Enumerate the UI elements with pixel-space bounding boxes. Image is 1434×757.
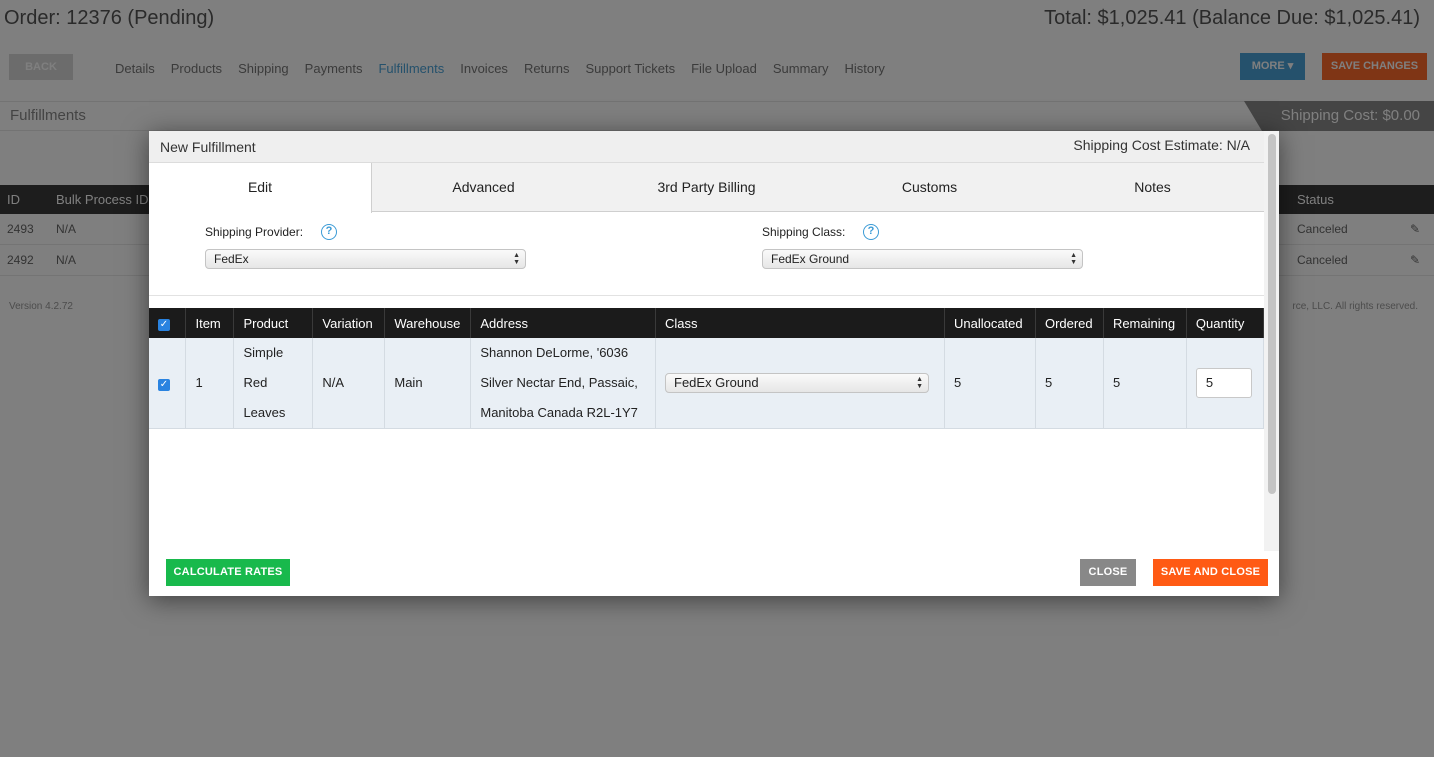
scrollbar-thumb[interactable] bbox=[1268, 134, 1276, 494]
shipping-provider-select[interactable]: FedEx ▲ ▼ bbox=[205, 249, 526, 269]
row-class-select[interactable]: FedEx Ground ▲ ▼ bbox=[665, 373, 929, 393]
divider bbox=[149, 295, 1264, 296]
cell-product: Simple Red Leaves bbox=[233, 338, 314, 429]
cell-warehouse: Main bbox=[384, 338, 472, 429]
fulfillment-items-table: ✓ Item Product Variation Warehouse Addre… bbox=[149, 308, 1265, 429]
tab-edit[interactable]: Edit bbox=[149, 163, 372, 213]
cell-remaining: 5 bbox=[1103, 338, 1187, 429]
modal-tabs: Edit Advanced 3rd Party Billing Customs … bbox=[149, 163, 1264, 213]
select-all-checkbox[interactable]: ✓ bbox=[158, 319, 170, 331]
col-warehouse: Warehouse bbox=[384, 308, 472, 338]
help-icon[interactable]: ? bbox=[321, 224, 337, 240]
close-button[interactable]: CLOSE bbox=[1080, 559, 1136, 586]
calculate-rates-button[interactable]: CALCULATE RATES bbox=[166, 559, 290, 586]
quantity-input[interactable]: 5 bbox=[1195, 368, 1252, 398]
cell-ordered: 5 bbox=[1035, 338, 1104, 429]
col-ordered: Ordered bbox=[1035, 308, 1104, 338]
table-header-row: ✓ Item Product Variation Warehouse Addre… bbox=[149, 308, 1265, 338]
shipping-class-select[interactable]: FedEx Ground ▲ ▼ bbox=[762, 249, 1083, 269]
select-arrows-icon: ▲ ▼ bbox=[916, 376, 923, 390]
table-row: ✓ 1 Simple Red Leaves N/A Main Shannon D… bbox=[149, 338, 1265, 429]
cell-item: 1 bbox=[185, 338, 235, 429]
col-quantity: Quantity bbox=[1186, 308, 1265, 338]
col-unallocated: Unallocated bbox=[944, 308, 1036, 338]
shipping-provider-label: Shipping Provider: bbox=[205, 225, 304, 239]
cell-unallocated: 5 bbox=[944, 338, 1036, 429]
cell-variation: N/A bbox=[312, 338, 386, 429]
shipping-cost-estimate: Shipping Cost Estimate: N/A bbox=[1073, 137, 1250, 153]
row-select-cell[interactable]: ✓ bbox=[149, 338, 187, 429]
help-icon[interactable]: ? bbox=[863, 224, 879, 240]
shipping-class-value: FedEx Ground bbox=[771, 252, 850, 266]
tab-3rd-party-billing[interactable]: 3rd Party Billing bbox=[595, 163, 818, 212]
col-variation: Variation bbox=[312, 308, 386, 338]
select-arrows-icon: ▲ ▼ bbox=[1070, 252, 1077, 266]
cell-quantity: 5 bbox=[1186, 338, 1265, 429]
cell-class: FedEx Ground ▲ ▼ bbox=[655, 338, 945, 429]
row-class-value: FedEx Ground bbox=[674, 375, 759, 390]
new-fulfillment-modal: New Fulfillment Shipping Cost Estimate: … bbox=[149, 131, 1279, 596]
col-address: Address bbox=[470, 308, 656, 338]
tab-advanced[interactable]: Advanced bbox=[372, 163, 595, 212]
col-item: Item bbox=[185, 308, 235, 338]
shipping-class-label: Shipping Class: bbox=[762, 225, 846, 239]
modal-header: New Fulfillment Shipping Cost Estimate: … bbox=[149, 131, 1264, 163]
tab-customs[interactable]: Customs bbox=[818, 163, 1041, 212]
select-arrows-icon: ▲ ▼ bbox=[513, 252, 520, 266]
modal-title: New Fulfillment bbox=[160, 139, 256, 155]
select-all-header[interactable]: ✓ bbox=[149, 308, 187, 338]
save-and-close-button[interactable]: SAVE AND CLOSE bbox=[1153, 559, 1268, 586]
row-checkbox[interactable]: ✓ bbox=[158, 379, 170, 391]
tab-notes[interactable]: Notes bbox=[1041, 163, 1264, 212]
col-class: Class bbox=[655, 308, 945, 338]
modal-scrollbar[interactable] bbox=[1264, 131, 1279, 551]
col-product: Product bbox=[233, 308, 314, 338]
cell-address: Shannon DeLorme, '6036 Silver Nectar End… bbox=[470, 338, 656, 429]
col-remaining: Remaining bbox=[1103, 308, 1187, 338]
shipping-provider-value: FedEx bbox=[214, 252, 249, 266]
